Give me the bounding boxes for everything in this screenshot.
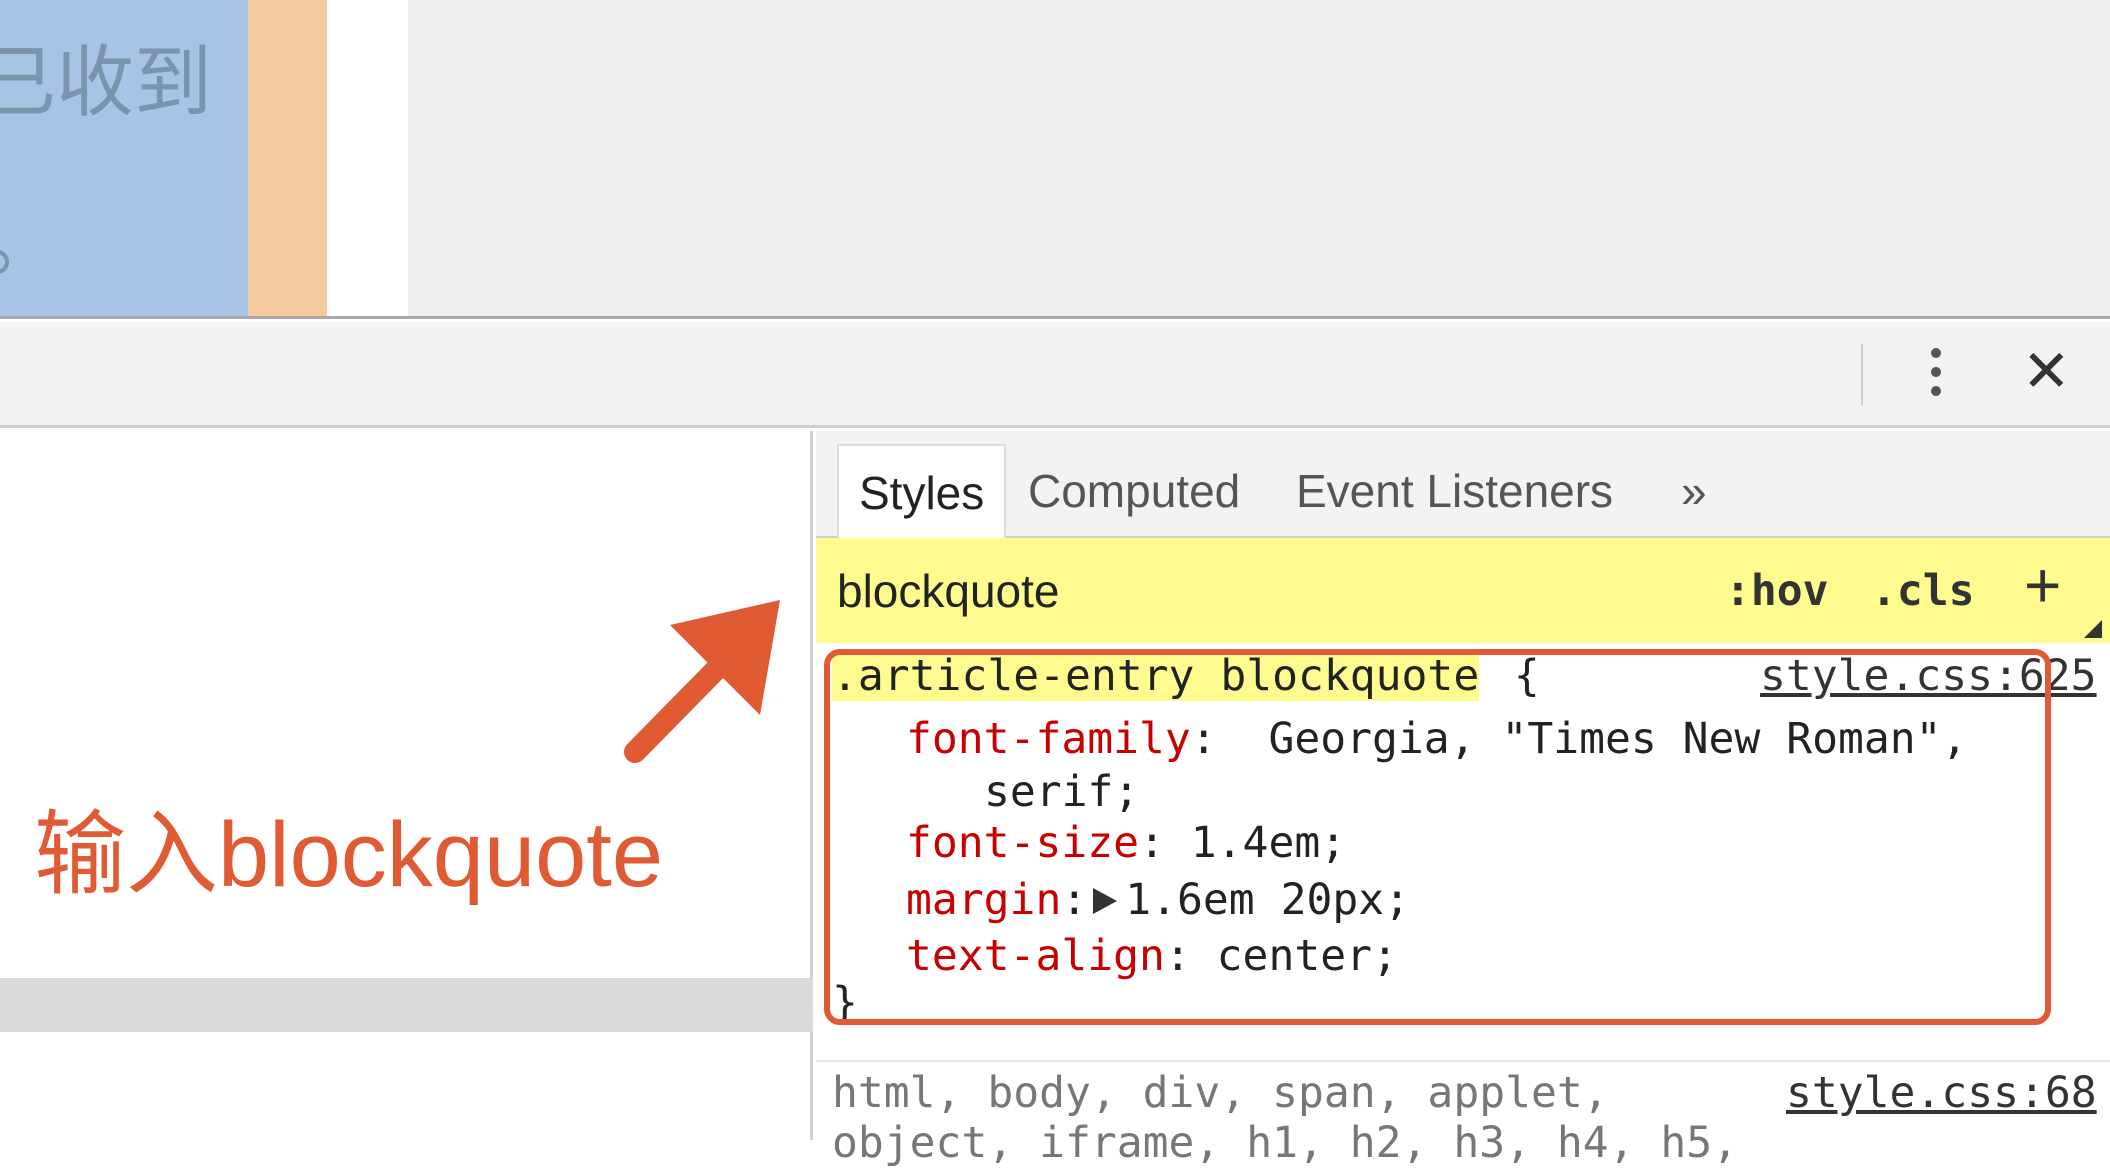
sidebar-tabs: Styles Computed Event Listeners »: [816, 431, 2110, 538]
filter-input[interactable]: blockquote: [837, 564, 1060, 618]
tab-computed[interactable]: Computed: [1008, 444, 1260, 538]
close-icon[interactable]: ✕: [2022, 342, 2071, 402]
tab-event-listeners[interactable]: Event Listeners: [1276, 444, 1633, 538]
toolbar-divider: [1861, 344, 1863, 406]
annotation-highlight-box: [824, 649, 2051, 1025]
page-text: 已收到: [0, 38, 213, 128]
blockquote-highlight: 已收到 。: [0, 0, 248, 316]
rule2-selector[interactable]: html, body, div, span, applet,: [832, 1068, 1609, 1118]
arrow-icon: [624, 600, 780, 763]
more-tabs-icon[interactable]: »: [1661, 444, 1727, 538]
annotation-text: 输入blockquote: [34, 804, 663, 906]
rule-divider: [816, 1060, 2110, 1062]
rule2-selector-cont: object, iframe, h1, h2, h3, h4, h5,: [832, 1118, 1739, 1168]
page-viewport: 已收到 。: [0, 0, 2110, 319]
page-punct: 。: [0, 180, 60, 292]
devtools-toolbar: ✕: [0, 322, 2110, 428]
margin-highlight: [248, 0, 327, 316]
page-gap: [327, 0, 408, 316]
cls-button[interactable]: .cls: [1871, 566, 1975, 616]
add-rule-icon[interactable]: +: [2024, 548, 2061, 622]
tab-styles[interactable]: Styles: [837, 444, 1006, 538]
selected-node-band: [0, 978, 813, 1032]
rule2-source-link[interactable]: style.css:68: [1786, 1068, 2097, 1118]
filter-bar: blockquote :hov .cls +: [816, 538, 2110, 643]
more-options-icon[interactable]: [1931, 348, 1943, 396]
hov-button[interactable]: :hov: [1725, 566, 1829, 616]
corner-triangle-icon: [2084, 620, 2102, 638]
